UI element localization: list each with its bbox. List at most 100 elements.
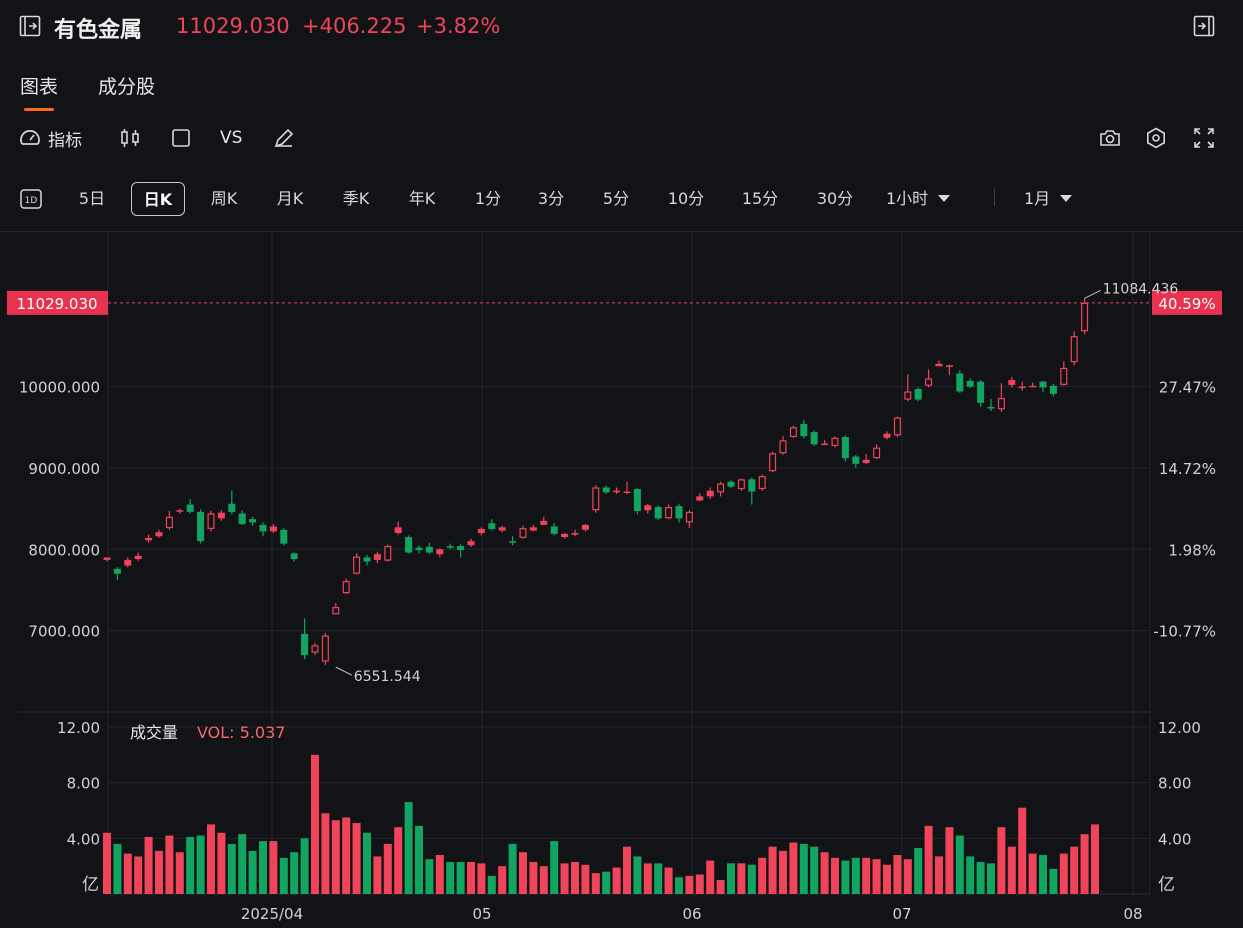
volume-bar (924, 825, 933, 894)
candle (186, 498, 194, 514)
volume-bar (155, 850, 163, 894)
volume-bar (1080, 834, 1089, 894)
volume-bar (279, 857, 288, 894)
candle (415, 545, 423, 554)
candle (602, 485, 610, 494)
volume-bar (768, 846, 777, 894)
percent-tick-label: -10.77% (1153, 623, 1216, 641)
candle (675, 503, 683, 523)
volume-bar (560, 863, 569, 894)
candle (571, 529, 579, 537)
candle (893, 416, 901, 438)
volume-bar (955, 835, 964, 894)
candle (145, 534, 153, 543)
candlestick-chart[interactable]: 7000.000 8000.000 9000.000 10000.000 -10.77%… (0, 0, 1243, 928)
min-pointer (335, 666, 353, 676)
candle (540, 516, 548, 525)
volume-bar (435, 855, 444, 894)
volume-tick-label-right: 4.00 (1158, 830, 1191, 848)
volume-tick-label-right: 12.00 (1158, 719, 1201, 737)
volume-bar (321, 813, 330, 894)
candle (332, 602, 340, 615)
candle (301, 618, 309, 660)
volume-bar (311, 754, 319, 894)
volume-bar (1028, 853, 1037, 894)
volume-bar (893, 855, 902, 894)
candle (134, 552, 142, 561)
candle (997, 383, 1005, 412)
volume-bar (1091, 824, 1099, 894)
candle (550, 523, 558, 536)
volume-bar (446, 861, 455, 894)
volume-bar (591, 873, 600, 894)
volume-bar (571, 861, 579, 894)
volume-bar (508, 843, 517, 894)
volume-bar (103, 832, 111, 894)
volume-bar (820, 852, 829, 894)
volume-bar (477, 863, 486, 894)
candle (945, 364, 953, 376)
candle (706, 487, 714, 499)
candle (290, 552, 298, 562)
candle (737, 478, 745, 491)
volume-tick-label: 4.00 (67, 830, 100, 848)
volume-bar (997, 827, 1006, 894)
price-tick-label: 7000.000 (28, 623, 100, 641)
volume-bar (664, 867, 673, 894)
volume-bar (290, 852, 299, 894)
volume-bar (342, 817, 351, 894)
volume-bar (415, 825, 423, 894)
candle (259, 522, 267, 537)
volume-bar (134, 856, 143, 894)
candle (384, 544, 392, 562)
volume-bar (456, 861, 465, 894)
candle (904, 374, 912, 402)
candle (748, 477, 756, 505)
volume-bar (259, 841, 267, 894)
candle (862, 454, 870, 464)
candle (217, 510, 225, 521)
candle (176, 508, 184, 514)
volume-bar (113, 843, 122, 894)
candle (405, 535, 413, 554)
volume-tick-label-right: 8.00 (1158, 775, 1191, 793)
candle (873, 444, 881, 459)
price-tick-label: 9000.000 (28, 460, 100, 478)
candle (810, 430, 818, 446)
volume-bars (103, 754, 1099, 894)
volume-bar (737, 863, 746, 894)
volume-bar (903, 859, 912, 894)
min-label: 6551.544 (354, 669, 421, 685)
candle (758, 474, 766, 491)
x-tick-label: 06 (682, 905, 701, 923)
candles (103, 298, 1089, 665)
candle (696, 493, 704, 502)
volume-bar (404, 802, 413, 894)
volume-bar (207, 824, 215, 894)
candle (644, 503, 652, 514)
x-tick-label: 05 (472, 905, 491, 923)
candle (841, 435, 849, 462)
volume-bar (1018, 807, 1027, 894)
current-percent-tag-label: 40.59% (1158, 295, 1215, 313)
volume-bar (425, 859, 434, 894)
candle (935, 360, 943, 367)
candle (269, 524, 277, 534)
volume-value-label: VOL: 5.037 (197, 723, 285, 742)
volume-bar (612, 867, 621, 894)
volume-bar (238, 834, 247, 894)
max-pointer (1084, 289, 1101, 299)
volume-bar (872, 859, 881, 894)
volume-bar (1070, 846, 1079, 894)
price-tick-label: 8000.000 (28, 541, 100, 559)
volume-bar (227, 843, 236, 894)
volume-bar (165, 835, 174, 894)
volume-bar (623, 846, 631, 894)
candle (769, 451, 777, 472)
volume-bar (685, 875, 694, 894)
candle (665, 504, 673, 520)
candle (800, 419, 808, 439)
volume-bar (883, 864, 891, 894)
price-tick-label: 10000.000 (19, 379, 100, 397)
volume-bar (675, 877, 683, 894)
